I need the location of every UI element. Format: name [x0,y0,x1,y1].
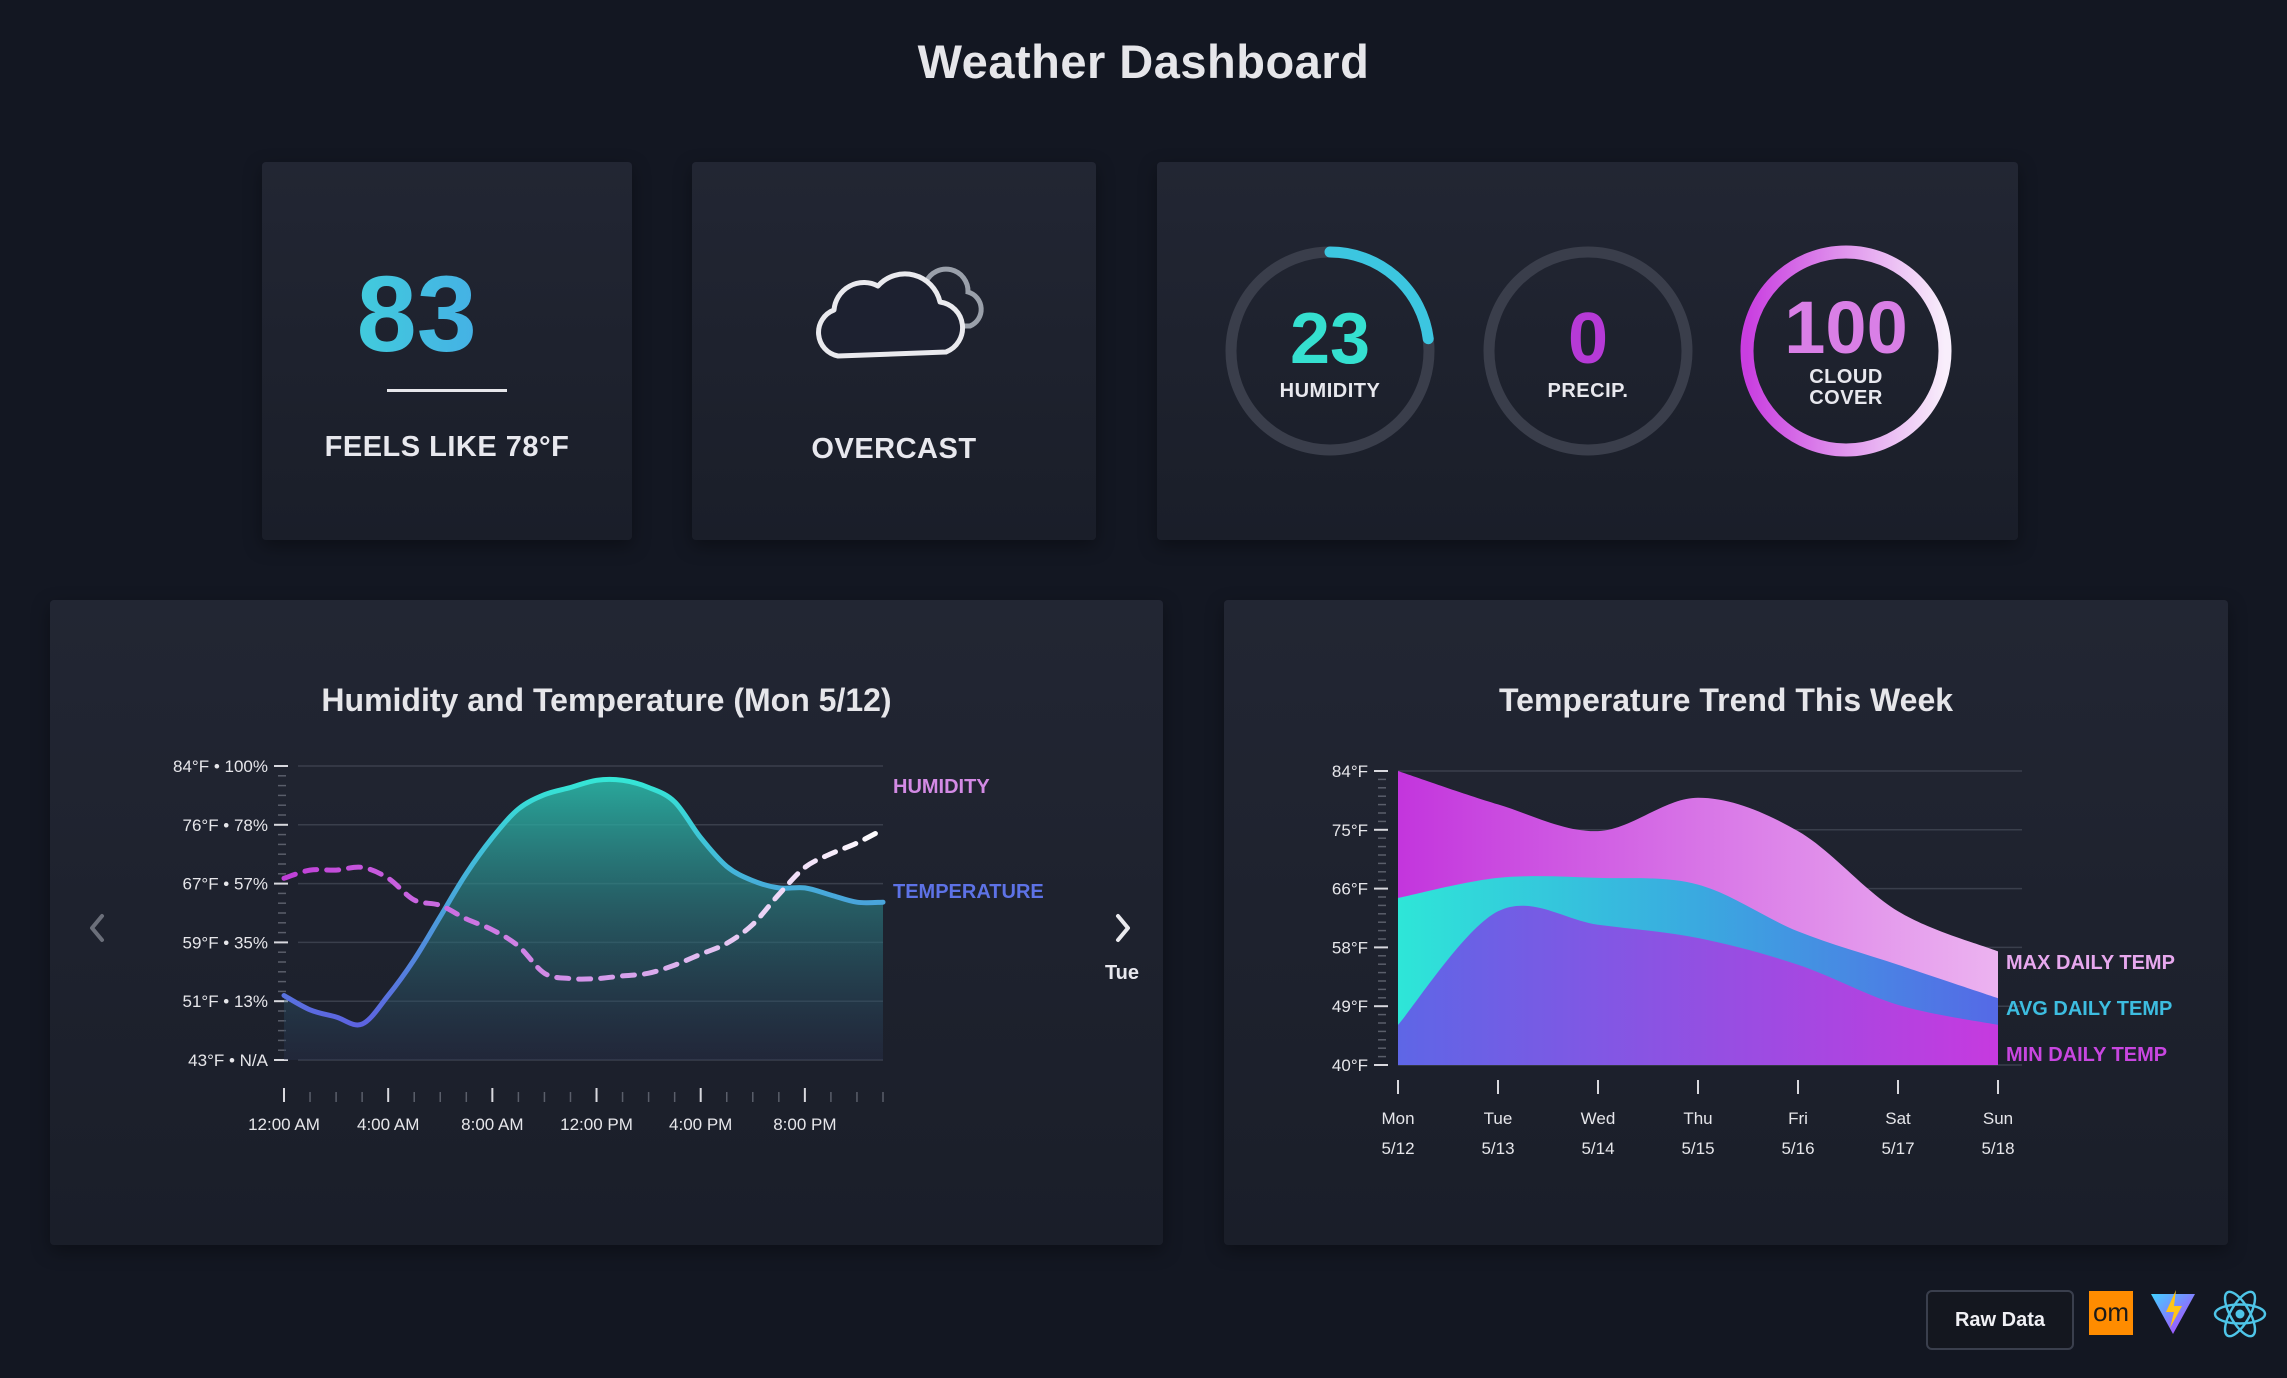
x-tick-label: 4:00 AM [357,1115,419,1134]
x-tick-date-label: 5/14 [1581,1139,1614,1158]
y-tick-label: 51°F • 13% [182,992,268,1011]
page-title: Weather Dashboard [917,35,1370,88]
hourly-chart: 84°F • 100% 76°F • 78% 67°F • 57% 59°F • 35… [173,757,1044,1134]
y-tick-label: 66°F [1332,880,1368,899]
min-temp-series-label: MIN DAILY TEMP [2006,1044,2167,1066]
x-tick-label: 8:00 AM [461,1115,523,1134]
x-tick-date-label: 5/18 [1981,1139,2014,1158]
avg-temp-series-label: AVG DAILY TEMP [2006,998,2172,1020]
y-tick-label: 84°F • 100% [173,757,268,776]
y-tick-label: 67°F • 57% [182,875,268,894]
humidity-label: HUMIDITY [1279,380,1381,402]
x-tick-label: 8:00 PM [773,1115,836,1134]
humidity-value: 23 [1289,299,1371,379]
cloud-icon [816,266,984,359]
x-tick-label: Wed [1581,1109,1616,1128]
humidity-series-label: HUMIDITY [893,776,990,798]
x-tick-label: Sun [1983,1109,2013,1128]
next-day-button[interactable]: Tue [1092,908,1152,988]
cloud-cover-label-line1: CLOUD [1809,366,1883,388]
react-icon[interactable] [2212,1288,2268,1340]
temperature-area [284,779,883,1060]
precip-label: PRECIP. [1547,380,1629,402]
cloud-cover-label-line2: COVER [1809,387,1883,409]
vite-icon[interactable] [2148,1288,2198,1338]
raw-data-button[interactable]: Raw Data [1926,1290,2074,1350]
x-tick-date-label: 5/15 [1681,1139,1714,1158]
y-tick-label: 84°F [1332,762,1368,781]
y-tick-label: 58°F [1332,938,1368,957]
metrics-rings-card: 23 HUMIDITY 0 PRECIP. 100 CLOUD COVER [1157,162,2018,540]
chevron-right-icon [1116,914,1130,942]
precip-value: 0 [1567,299,1609,379]
x-tick-label: Thu [1683,1109,1712,1128]
current-temperature: 83°F [262,260,632,368]
temperature-unit: °F [480,260,538,323]
y-tick-label: 75°F [1332,821,1368,840]
x-tick-date-label: 5/13 [1481,1139,1514,1158]
x-tick-date-label: 5/17 [1881,1139,1914,1158]
weekly-chart-card: Temperature Trend This Week 84°F 75°F 66°F… [1224,600,2228,1245]
temperature-series-label: TEMPERATURE [893,881,1044,903]
cloud-cover-value: 100 [1784,286,1908,369]
weekly-chart: 84°F 75°F 66°F 58°F 49°F 40°F Mon 5/12 Tue 5/13 We… [1332,762,2175,1158]
x-tick-date-label: 5/12 [1381,1139,1414,1158]
x-tick-label: 12:00 PM [560,1115,633,1134]
x-tick-label: 4:00 PM [669,1115,732,1134]
feels-like-label: FEELS LIKE 78°F [324,431,570,463]
y-tick-label: 59°F • 35% [182,933,268,952]
humidity-ring: 23 HUMIDITY [1224,245,1436,457]
previous-day-button[interactable] [78,908,118,948]
temperature-value: 83 [356,253,477,374]
x-tick-label: Mon [1381,1109,1414,1128]
om-badge[interactable]: om [2089,1291,2133,1335]
x-tick-label: Tue [1484,1109,1513,1128]
x-tick-label: Sat [1885,1109,1911,1128]
divider [387,389,507,392]
x-tick-date-label: 5/16 [1781,1139,1814,1158]
chevron-left-icon [90,914,104,942]
x-tick-label: Fri [1788,1109,1808,1128]
y-tick-label: 43°F • N/A [188,1051,268,1070]
y-tick-label: 49°F [1332,997,1368,1016]
next-day-label: Tue [1104,962,1140,984]
max-temp-series-label: MAX DAILY TEMP [2006,952,2175,974]
condition-label: OVERCAST [811,433,977,465]
condition-card: OVERCAST [692,162,1096,540]
y-tick-label: 40°F [1332,1056,1368,1075]
x-tick-label: 12:00 AM [248,1115,320,1134]
y-tick-label: 76°F • 78% [182,816,268,835]
precip-ring: 0 PRECIP. [1482,245,1694,457]
cloud-cover-ring: 100 CLOUD COVER [1740,245,1952,457]
current-temperature-card: 83°F FEELS LIKE 78°F [262,162,632,540]
hourly-chart-card: Humidity and Temperature (Mon 5/12) 84°F… [50,600,1163,1245]
